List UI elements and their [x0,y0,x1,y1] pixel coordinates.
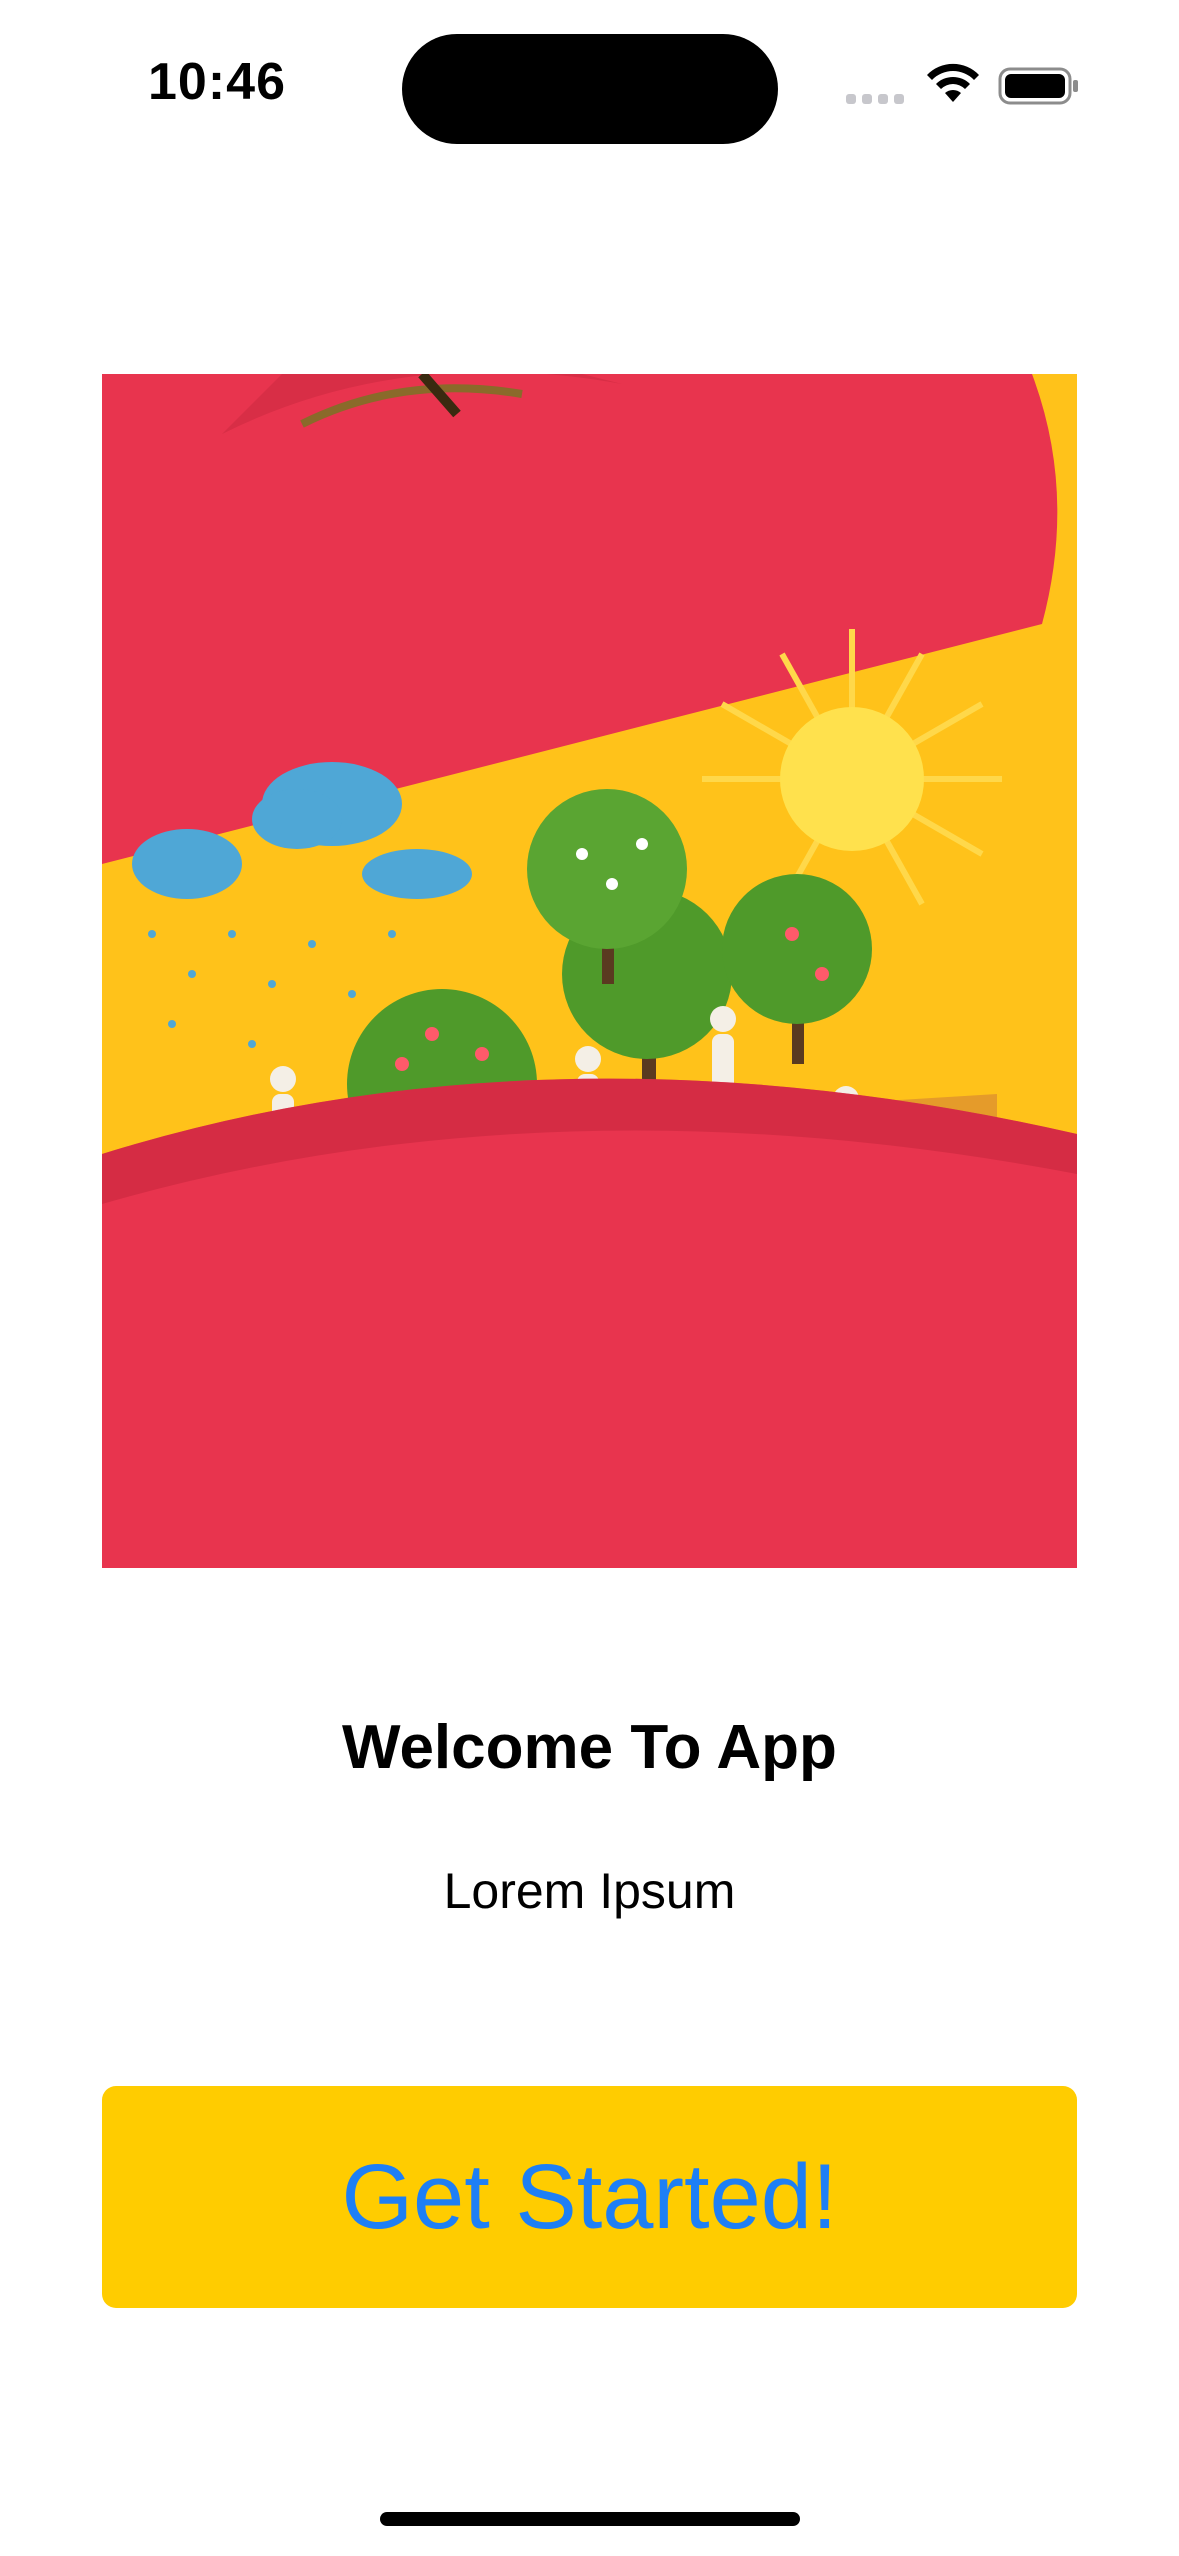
get-started-button[interactable]: Get Started! [102,2086,1077,2308]
home-indicator[interactable] [380,2512,800,2526]
welcome-subtitle: Lorem Ipsum [443,1863,736,1919]
status-bar-time: 10:46 [148,53,286,111]
battery-icon [998,67,1078,105]
wifi-icon [927,63,979,102]
welcome-title: Welcome To App [342,1713,837,1782]
dynamic-island [402,34,778,144]
cellular-signal-icon [846,94,906,106]
apple-orchard-illustration [102,374,1077,1568]
